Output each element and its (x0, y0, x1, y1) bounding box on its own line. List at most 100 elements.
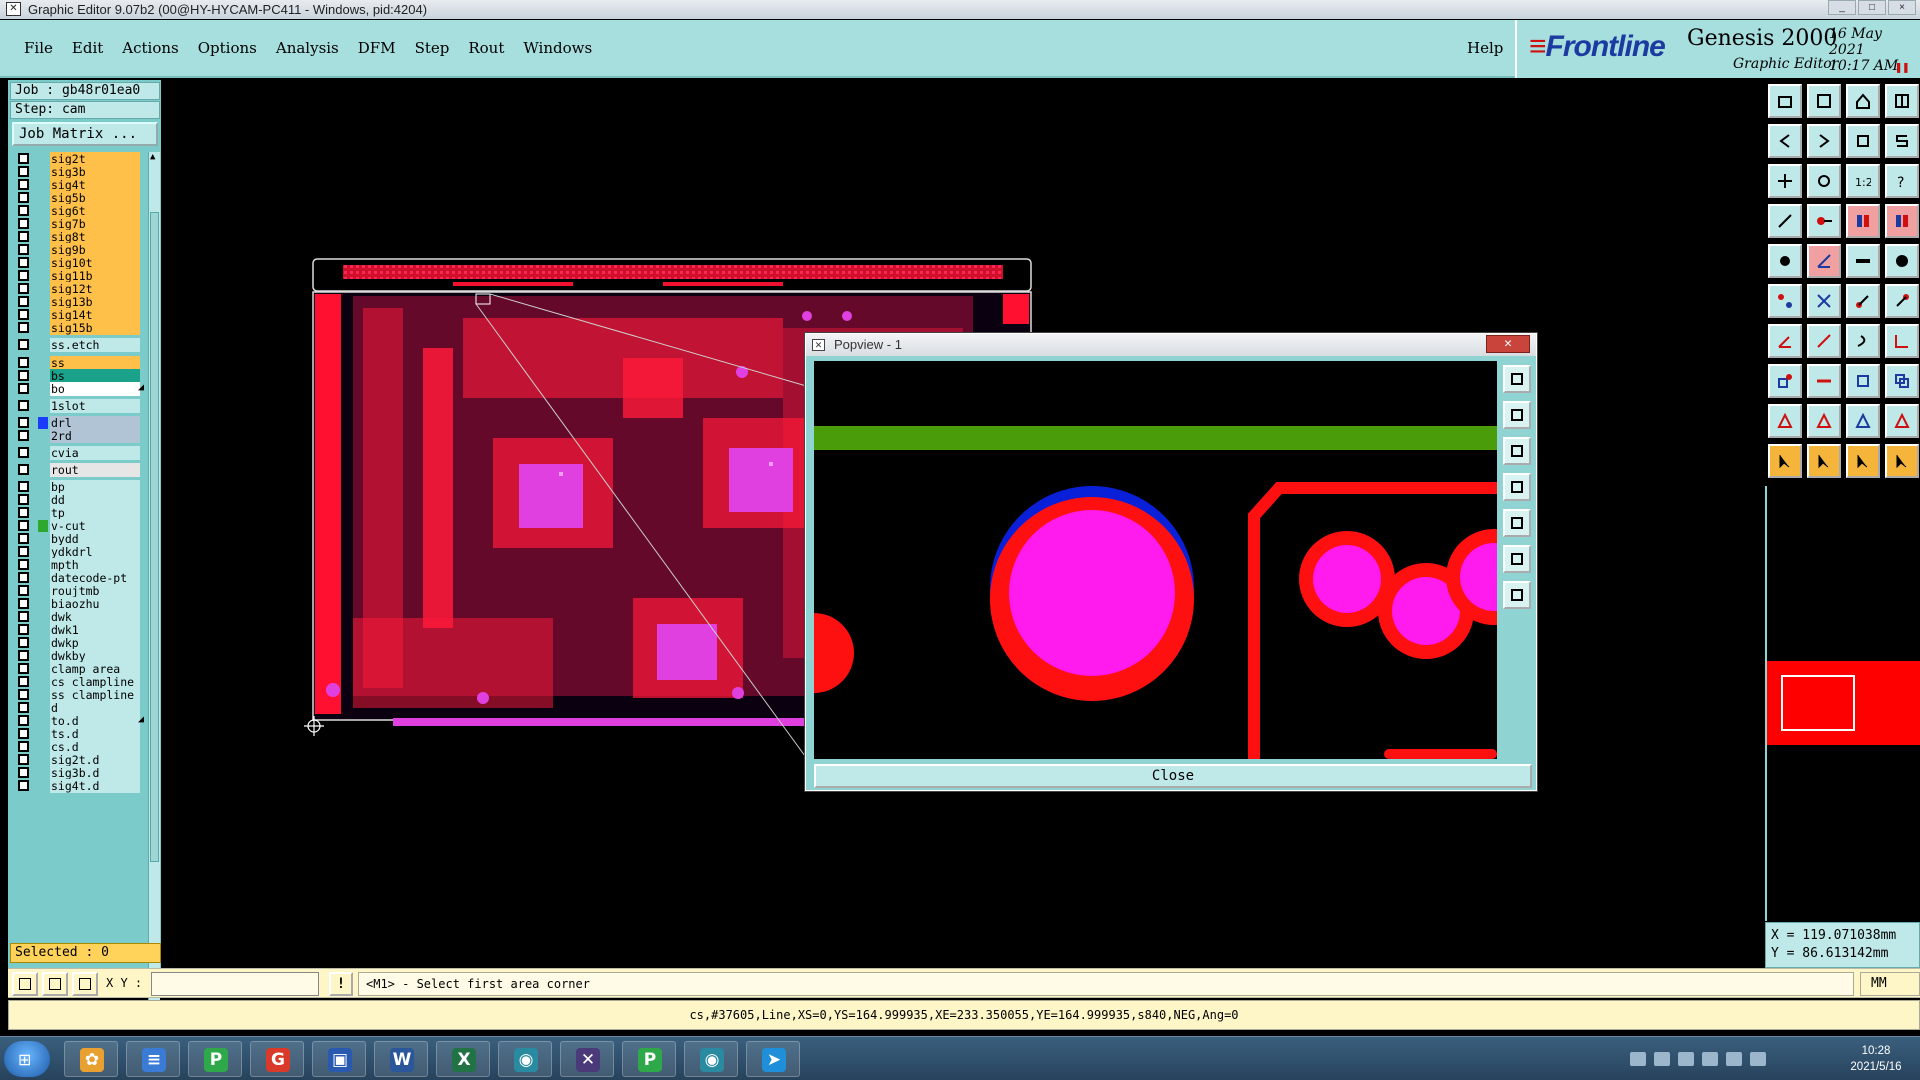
layer-checkbox[interactable] (18, 572, 29, 583)
layer-row[interactable]: roujtmb (10, 584, 146, 598)
fillet-icon[interactable] (1885, 324, 1919, 358)
pad-add-icon[interactable] (1768, 244, 1802, 278)
snap-pin-icon[interactable] (1807, 204, 1841, 238)
layer-name[interactable]: cs_clampline (50, 675, 140, 689)
start-button[interactable]: ⊞ (4, 1041, 50, 1077)
layer-row[interactable]: ss.etch (10, 338, 146, 352)
layer-row[interactable]: sig7b (10, 217, 146, 231)
layer-name[interactable]: d (50, 701, 140, 715)
layer-checkbox[interactable] (18, 231, 29, 242)
select-area-icon[interactable] (1885, 444, 1919, 478)
layer-checkbox[interactable] (18, 464, 29, 475)
warning-button[interactable]: ! (329, 972, 353, 996)
layer-name[interactable]: sig4t (50, 178, 140, 192)
layer-checkbox[interactable] (18, 689, 29, 700)
layer-name[interactable]: dwkby (50, 649, 140, 663)
select-pointer-icon[interactable] (1768, 444, 1802, 478)
layer-name[interactable]: v-cut (50, 519, 140, 533)
layer-checkbox[interactable] (18, 676, 29, 687)
layer-checkbox[interactable] (18, 205, 29, 216)
layer-name[interactable]: dwk1 (50, 623, 140, 637)
close-window-button[interactable]: × (1888, 0, 1916, 15)
action-center-icon[interactable] (1750, 1052, 1766, 1066)
layer-checkbox[interactable] (18, 559, 29, 570)
layer-row[interactable]: biaozhu (10, 597, 146, 611)
layer-checkbox[interactable] (18, 702, 29, 713)
layer-name[interactable]: ts.d (50, 727, 140, 741)
layer-name[interactable]: sig7b (50, 217, 140, 231)
layer-checkbox[interactable] (18, 283, 29, 294)
layer-name[interactable]: sig9b (50, 243, 140, 257)
layer-checkbox[interactable] (18, 546, 29, 557)
layer-checkbox[interactable] (18, 192, 29, 203)
layer-row[interactable]: mpth (10, 558, 146, 572)
triangle-alt-icon[interactable] (1807, 404, 1841, 438)
layer-row[interactable]: v-cut (10, 519, 146, 533)
layer-row[interactable]: clamp_area (10, 662, 146, 676)
menu-file[interactable]: File (24, 39, 53, 57)
layer-checkbox[interactable] (18, 296, 29, 307)
layer-name[interactable]: drl (50, 416, 140, 430)
triangle-blue-icon[interactable] (1846, 404, 1880, 438)
layer-checkbox[interactable] (18, 309, 29, 320)
fit-all-icon[interactable] (1768, 164, 1802, 198)
maximize-button[interactable]: □ (1858, 0, 1886, 15)
layer-checkbox[interactable] (18, 153, 29, 164)
s-curve-icon[interactable] (1885, 124, 1919, 158)
pause-icon[interactable]: ❚❚ (1895, 60, 1909, 74)
layer-name[interactable]: bs (50, 369, 140, 383)
popview-zoom-out-icon[interactable] (1503, 581, 1531, 609)
layer-checkbox[interactable] (18, 715, 29, 726)
layer-checkbox[interactable] (18, 494, 29, 505)
layer-checkbox[interactable] (18, 322, 29, 333)
layer-name[interactable]: to.d (50, 714, 140, 728)
layer-checkbox[interactable] (18, 533, 29, 544)
menu-actions[interactable]: Actions (122, 39, 178, 57)
layer-checkbox[interactable] (18, 447, 29, 458)
taskbar-app-button[interactable]: ✕ (560, 1041, 614, 1077)
taskbar-app-button[interactable]: ◉ (684, 1041, 738, 1077)
layer-checkbox[interactable] (18, 598, 29, 609)
popview-pan-up-icon[interactable] (1503, 401, 1531, 429)
layer-checkbox[interactable] (18, 663, 29, 674)
layer-row[interactable]: sig3b.d (10, 766, 146, 780)
layer-name[interactable]: sig3b (50, 165, 140, 179)
minimize-button[interactable]: _ (1828, 0, 1856, 15)
layer-name[interactable]: mpth (50, 558, 140, 572)
layer-row[interactable]: sig12t (10, 282, 146, 296)
popview-zoom-home-icon[interactable] (1503, 365, 1531, 393)
layer-row[interactable]: 1slot (10, 399, 146, 413)
menu-options[interactable]: Options (198, 39, 257, 57)
layer-row[interactable]: sig6t (10, 204, 146, 218)
overview-view-box[interactable] (1781, 675, 1855, 731)
layer-name[interactable]: sig2t (50, 152, 140, 166)
layer-name[interactable]: cvia (50, 446, 140, 460)
arc-add-icon[interactable] (1807, 244, 1841, 278)
layer-name[interactable]: clamp_area (50, 662, 140, 676)
layer-name[interactable]: sig2t.d (50, 753, 140, 767)
popview-close-button[interactable]: Close (814, 764, 1532, 788)
layer-checkbox[interactable] (18, 637, 29, 648)
layer-row[interactable]: sig15b (10, 321, 146, 335)
layer-row[interactable]: sig10t (10, 256, 146, 270)
layer-checkbox[interactable] (18, 728, 29, 739)
layer-name[interactable]: rout (50, 463, 140, 477)
arc-draw-icon[interactable] (1846, 324, 1880, 358)
split-view-icon[interactable] (1885, 84, 1919, 118)
taskbar-clock[interactable]: 10:28 2021/5/16 (1836, 1043, 1916, 1075)
keyboard-icon[interactable] (1630, 1052, 1646, 1066)
layer-row[interactable]: sig4t.d (10, 779, 146, 793)
layer-row[interactable]: d (10, 701, 146, 715)
connect-icon[interactable] (1846, 284, 1880, 318)
measure-icon[interactable] (1768, 204, 1802, 238)
popview-zoom-in-icon[interactable] (1503, 545, 1531, 573)
layer-name[interactable]: datecode-pt (50, 571, 140, 585)
menu-dfm[interactable]: DFM (358, 39, 396, 57)
layer-checkbox[interactable] (18, 357, 29, 368)
house-icon[interactable] (1846, 84, 1880, 118)
layer-row[interactable]: bydd (10, 532, 146, 546)
taskbar-app-button[interactable]: ≡ (126, 1041, 180, 1077)
layer-name[interactable]: sig15b (50, 321, 140, 335)
layer-checkbox[interactable] (18, 507, 29, 518)
layer-name[interactable]: 2rd (50, 429, 140, 443)
